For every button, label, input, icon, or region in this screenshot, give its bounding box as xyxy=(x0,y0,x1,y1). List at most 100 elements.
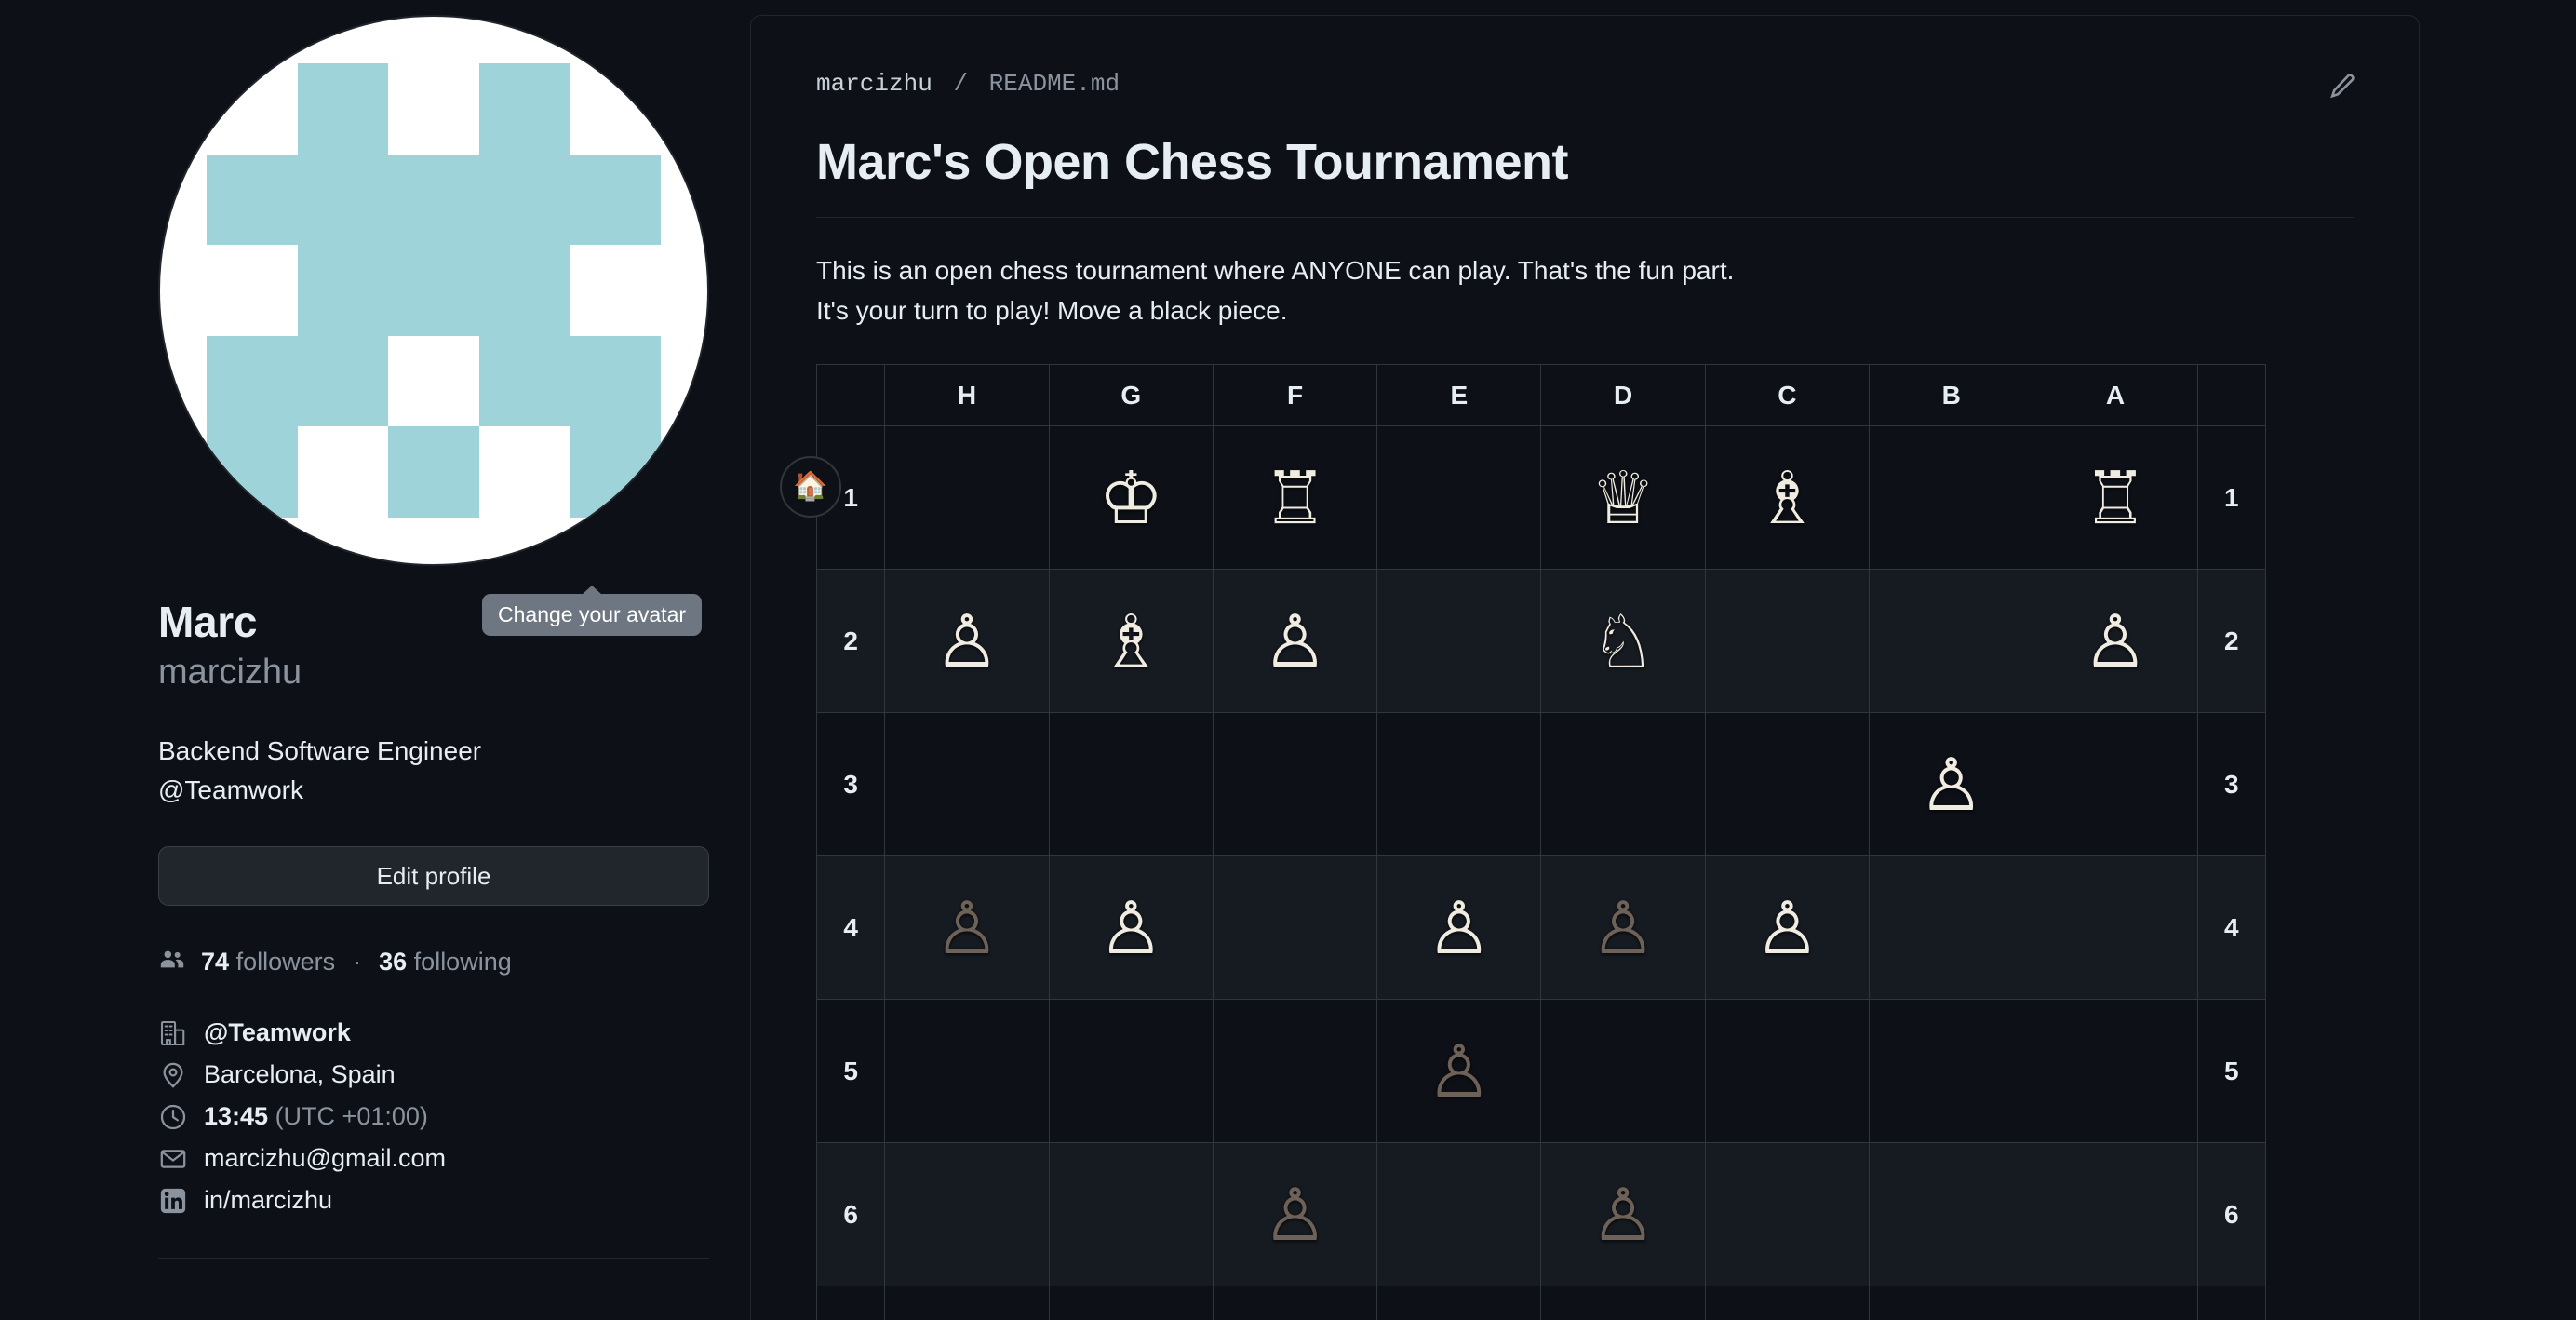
identicon-cell xyxy=(478,426,570,518)
chess-square-f1[interactable]: ♖ xyxy=(1212,425,1378,571)
chess-piece-bp[interactable]: ♙ xyxy=(1590,887,1656,969)
chess-square-e6[interactable] xyxy=(1376,1142,1542,1287)
chess-piece-wr[interactable]: ♖ xyxy=(2083,457,2148,539)
following-link[interactable]: 36 following xyxy=(379,948,512,977)
chess-square-f4[interactable] xyxy=(1212,855,1378,1001)
chess-piece-wb[interactable]: ♗ xyxy=(1098,600,1163,682)
chess-square-a2[interactable]: ♙ xyxy=(2033,569,2198,714)
chess-square-f3[interactable] xyxy=(1212,712,1378,857)
bio-line-1: Backend Software Engineer xyxy=(158,736,482,766)
chess-square-d6[interactable]: ♙ xyxy=(1540,1142,1706,1287)
chess-square-e4[interactable]: ♙ xyxy=(1376,855,1542,1001)
chess-square-h2[interactable]: ♙ xyxy=(884,569,1050,714)
chess-square-a7[interactable]: ♙ xyxy=(2033,1286,2198,1320)
chess-piece-wp[interactable]: ♙ xyxy=(1263,600,1328,682)
chess-square-g7[interactable]: ♙ xyxy=(1048,1286,1214,1320)
chess-piece-bp[interactable]: ♙ xyxy=(2083,1317,2148,1320)
chess-piece-wq[interactable]: ♕ xyxy=(1590,457,1656,539)
chess-square-c2[interactable] xyxy=(1704,569,1871,714)
chess-piece-wb[interactable]: ♗ xyxy=(1754,457,1819,539)
chess-square-h5[interactable] xyxy=(884,999,1050,1144)
chess-square-a3[interactable] xyxy=(2033,712,2198,857)
chess-square-b1[interactable] xyxy=(1869,425,2034,571)
chess-square-f2[interactable]: ♙ xyxy=(1212,569,1378,714)
chess-square-d5[interactable] xyxy=(1540,999,1706,1144)
chess-square-c1[interactable]: ♗ xyxy=(1704,425,1871,571)
edit-readme-button[interactable] xyxy=(2322,68,2361,107)
chess-square-c3[interactable] xyxy=(1704,712,1871,857)
chess-square-f7[interactable] xyxy=(1212,1286,1378,1320)
avatar[interactable] xyxy=(158,15,709,566)
chess-square-a5[interactable] xyxy=(2033,999,2198,1144)
detail-item[interactable]: 13:45 (UTC +01:00) xyxy=(158,1102,642,1131)
paragraph-line-1: This is an open chess tournament where A… xyxy=(816,256,1735,285)
chess-square-f5[interactable] xyxy=(1212,999,1378,1144)
detail-item[interactable]: Barcelona, Spain xyxy=(158,1060,642,1089)
chess-piece-wp[interactable]: ♙ xyxy=(2083,600,2148,682)
detail-item[interactable]: @Teamwork xyxy=(158,1018,642,1047)
chess-square-e5[interactable]: ♙ xyxy=(1376,999,1542,1144)
chess-square-c4[interactable]: ♙ xyxy=(1704,855,1871,1001)
chess-square-g5[interactable] xyxy=(1048,999,1214,1144)
chess-square-g3[interactable] xyxy=(1048,712,1214,857)
chess-square-g4[interactable]: ♙ xyxy=(1048,855,1214,1001)
chess-square-f6[interactable]: ♙ xyxy=(1212,1142,1378,1287)
chess-piece-wn[interactable]: ♘ xyxy=(1590,600,1656,682)
chess-square-e1[interactable] xyxy=(1376,425,1542,571)
chess-square-h7[interactable] xyxy=(884,1286,1050,1320)
chess-piece-wp[interactable]: ♙ xyxy=(1098,887,1163,969)
chess-piece-bp[interactable]: ♙ xyxy=(934,887,1000,969)
chess-piece-wp[interactable]: ♙ xyxy=(1754,887,1819,969)
detail-value: marcizhu@gmail.com xyxy=(204,1144,446,1173)
chess-piece-bp[interactable]: ♙ xyxy=(1098,1317,1163,1320)
chess-square-d4[interactable]: ♙ xyxy=(1540,855,1706,1001)
chess-square-h4[interactable]: ♙ xyxy=(884,855,1050,1001)
chess-square-c7[interactable] xyxy=(1704,1286,1871,1320)
chess-piece-bp[interactable]: ♙ xyxy=(1263,1174,1328,1256)
chess-square-e2[interactable] xyxy=(1376,569,1542,714)
breadcrumb-user[interactable]: marcizhu xyxy=(816,70,932,98)
chess-square-h1[interactable] xyxy=(884,425,1050,571)
chess-piece-bp[interactable]: ♙ xyxy=(1919,1317,1984,1320)
rank-label-3: 3 xyxy=(815,712,886,857)
chess-piece-wp[interactable]: ♙ xyxy=(934,600,1000,682)
chess-square-e7[interactable] xyxy=(1376,1286,1542,1320)
status-badge-button[interactable]: 🏠 xyxy=(780,456,841,518)
chess-square-b6[interactable] xyxy=(1869,1142,2034,1287)
detail-item[interactable]: marcizhu@gmail.com xyxy=(158,1144,642,1173)
detail-item[interactable]: in/marcizhu xyxy=(158,1186,642,1215)
chess-square-d3[interactable] xyxy=(1540,712,1706,857)
followers-link[interactable]: 74 followers xyxy=(201,948,335,977)
chess-piece-wr[interactable]: ♖ xyxy=(1263,457,1328,539)
chess-piece-wp[interactable]: ♙ xyxy=(1427,887,1492,969)
chess-square-b5[interactable] xyxy=(1869,999,2034,1144)
chess-square-b3[interactable]: ♙ xyxy=(1869,712,2034,857)
chess-square-e3[interactable] xyxy=(1376,712,1542,857)
chess-rank-row: 2 ♙ ♗ ♙ ♘ ♙ 2 xyxy=(815,569,2267,714)
chess-square-a4[interactable] xyxy=(2033,855,2198,1001)
chess-square-d1[interactable]: ♕ xyxy=(1540,425,1706,571)
chess-square-d7[interactable] xyxy=(1540,1286,1706,1320)
edit-profile-button[interactable]: Edit profile xyxy=(158,846,709,907)
chess-square-b4[interactable] xyxy=(1869,855,2034,1001)
chess-square-d2[interactable]: ♘ xyxy=(1540,569,1706,714)
chess-square-b7[interactable]: ♙ xyxy=(1869,1286,2034,1320)
chess-square-g1[interactable]: ♔ xyxy=(1048,425,1214,571)
chess-square-h3[interactable] xyxy=(884,712,1050,857)
chess-square-c5[interactable] xyxy=(1704,999,1871,1144)
chess-square-a6[interactable] xyxy=(2033,1142,2198,1287)
breadcrumb-file[interactable]: README.md xyxy=(989,70,1120,98)
chess-piece-wk[interactable]: ♔ xyxy=(1098,457,1163,539)
file-label-f: F xyxy=(1212,364,1378,427)
chess-square-g2[interactable]: ♗ xyxy=(1048,569,1214,714)
chess-piece-bp[interactable]: ♙ xyxy=(1590,1174,1656,1256)
identicon-cell xyxy=(478,335,570,427)
chess-square-g6[interactable] xyxy=(1048,1142,1214,1287)
chess-square-c6[interactable] xyxy=(1704,1142,1871,1287)
chess-square-a1[interactable]: ♖ xyxy=(2033,425,2198,571)
rank-label-4: 4 xyxy=(815,855,886,1001)
chess-piece-wp[interactable]: ♙ xyxy=(1919,744,1984,826)
chess-square-h6[interactable] xyxy=(884,1142,1050,1287)
chess-piece-bp[interactable]: ♙ xyxy=(1427,1030,1492,1112)
chess-square-b2[interactable] xyxy=(1869,569,2034,714)
